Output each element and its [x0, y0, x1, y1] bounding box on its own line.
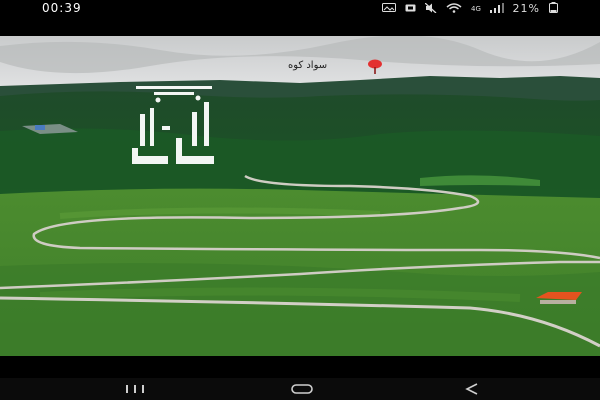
photo-icon	[381, 3, 396, 15]
signal-icon	[489, 2, 504, 16]
back-icon	[465, 383, 478, 395]
mute-icon	[424, 2, 437, 16]
svg-text:4G: 4G	[471, 5, 481, 13]
landscape-photo: سواد کوه	[0, 36, 600, 356]
landscape-image	[0, 36, 600, 356]
home-icon	[291, 384, 313, 394]
lte-icon: 4G	[471, 3, 481, 16]
navigation-bar	[0, 378, 600, 400]
status-time: 00:39	[42, 1, 82, 15]
battery-percent: 21%	[512, 2, 540, 15]
watermark-logo	[132, 86, 214, 164]
status-bar: 00:39 4G 21%	[0, 0, 600, 36]
recents-button[interactable]	[120, 381, 150, 397]
battery-icon	[549, 2, 558, 16]
recents-icon	[126, 385, 144, 393]
alarm-icon	[405, 3, 416, 16]
wifi-icon	[446, 2, 462, 16]
home-button[interactable]	[287, 381, 317, 397]
map-pin-icon	[368, 59, 382, 74]
back-button[interactable]	[457, 381, 487, 397]
location-label: سواد کوه	[288, 60, 328, 71]
status-icons: 4G 21%	[381, 2, 558, 16]
